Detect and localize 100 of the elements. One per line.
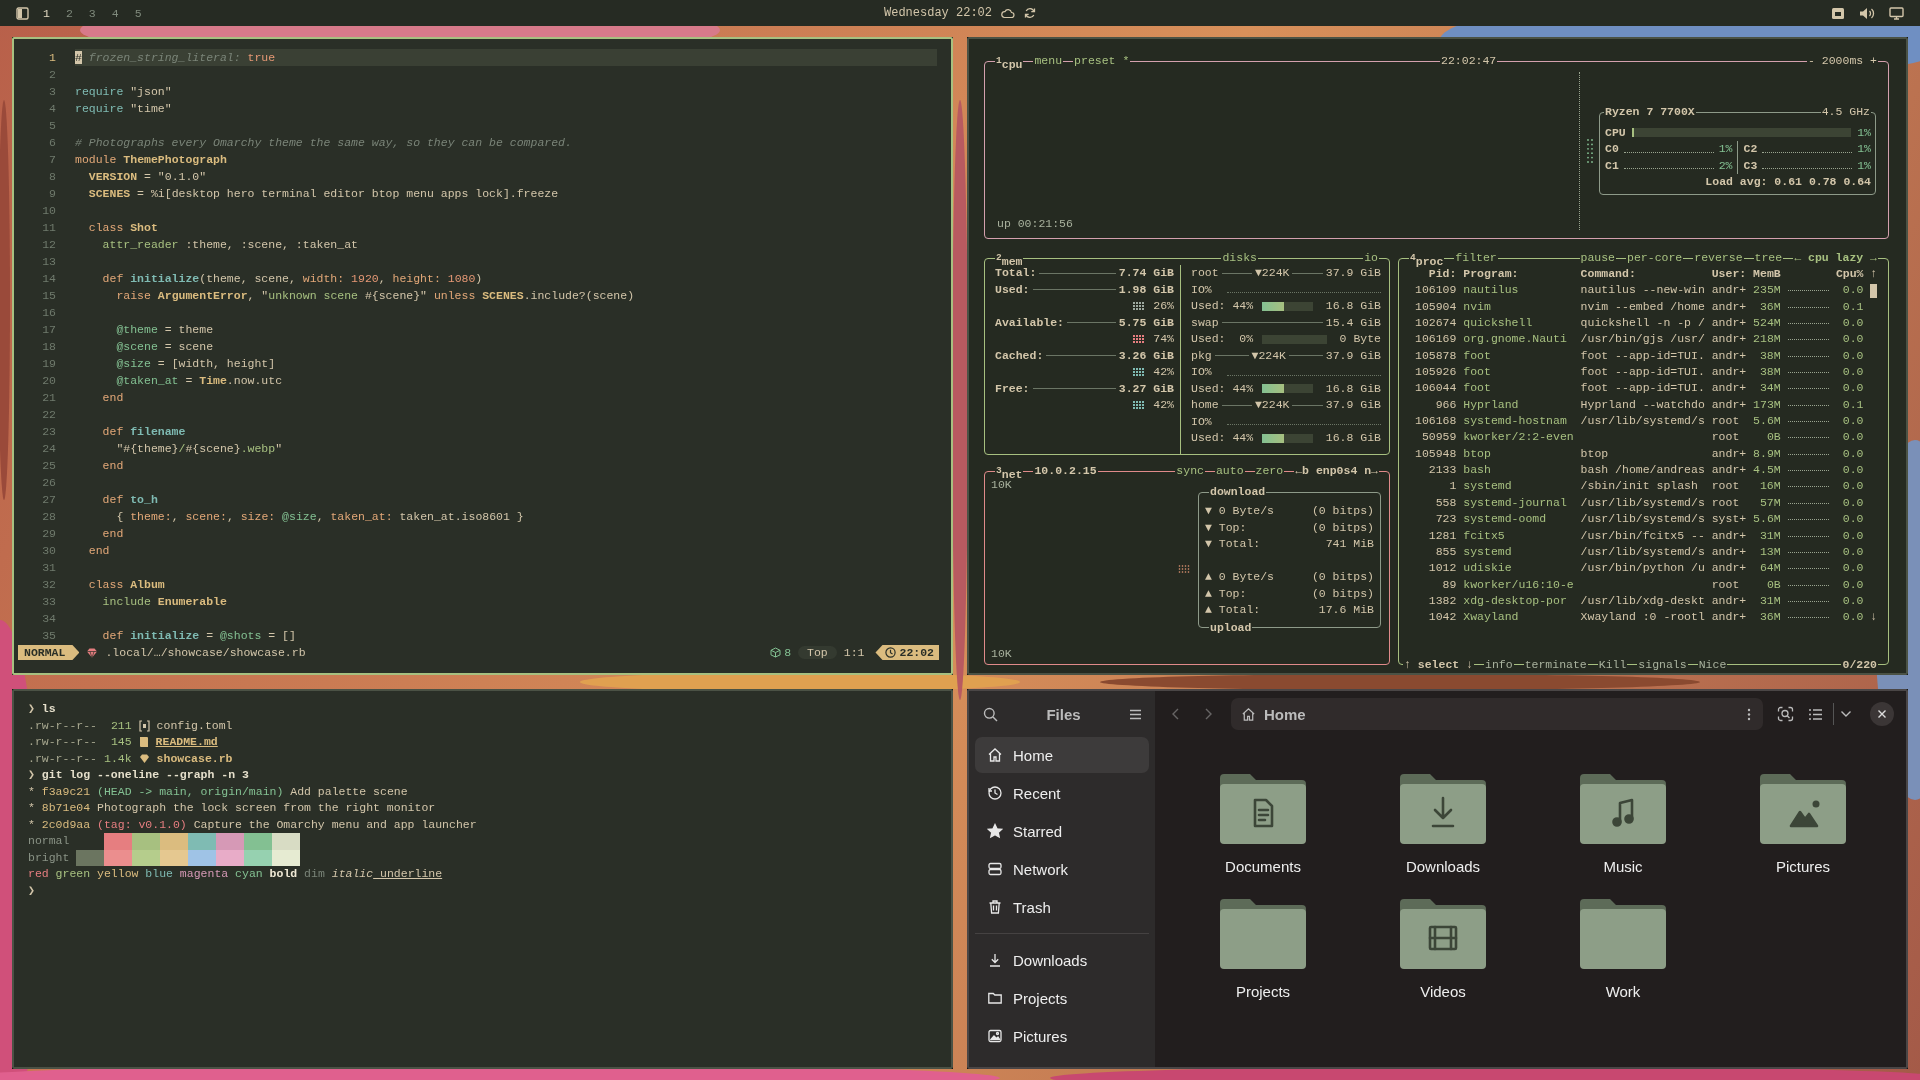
scroll-up-arrow[interactable]: ↑	[1870, 266, 1878, 283]
table-cell-text: 173M	[1753, 396, 1781, 413]
column-header[interactable]: User:	[1711, 266, 1747, 283]
column-header[interactable]: Cpu%	[1835, 266, 1864, 283]
sidebar-label: Home	[1013, 746, 1053, 764]
table-cell-text: 1012	[1427, 560, 1457, 577]
workspace-button[interactable]: 2	[63, 6, 75, 20]
sidebar-item[interactable]: Pictures	[975, 1018, 1149, 1054]
folder-item[interactable]: Work	[1533, 897, 1713, 1000]
disk-used-label: Used: 44%	[1191, 298, 1254, 314]
table-cell-text: 38M	[1758, 364, 1781, 381]
table-cell-text: org.gnome.Nauti	[1463, 331, 1568, 348]
folder-label: Documents	[1225, 858, 1301, 875]
folder-item[interactable]: Pictures	[1713, 772, 1893, 875]
disk-used-size: 16.8 GiB	[1325, 298, 1381, 314]
table-cell: andr+	[1711, 527, 1747, 544]
menu-option[interactable]: ← cpu lazy →	[1793, 250, 1878, 266]
column-header[interactable]: Command:	[1580, 266, 1705, 283]
workspace-button[interactable]: 5	[132, 6, 144, 20]
cpu-label: CPU	[1605, 124, 1626, 141]
network-icon[interactable]	[1831, 6, 1845, 20]
memory-value: 1.98 GiB	[1118, 281, 1174, 298]
workspace-icon[interactable]	[16, 6, 29, 20]
table-cell-text: Hyprland --watchdo	[1580, 396, 1705, 413]
sidebar-item[interactable]: Projects	[975, 980, 1149, 1016]
table-cell-text: 0.0	[1841, 592, 1864, 609]
table-cell-text: systemd-oomd	[1463, 511, 1548, 528]
scroll-down-arrow[interactable]: ↓	[1870, 609, 1878, 626]
sidebar-item[interactable]: Network	[975, 851, 1149, 887]
folder-item[interactable]: Videos	[1353, 897, 1533, 1000]
terminal-line: red green yellow blue magenta cyan bold dim italic underline	[28, 866, 444, 882]
column-header[interactable]: MemB	[1753, 266, 1781, 283]
menu-option[interactable]: preset *	[1073, 53, 1131, 69]
table-cell-text: 723	[1434, 511, 1457, 528]
line-number: 9	[48, 186, 56, 202]
refresh-icon[interactable]	[1024, 7, 1036, 19]
path-bar[interactable]: Home	[1231, 698, 1763, 730]
table-cell: 105926	[1415, 364, 1457, 381]
sidebar-item[interactable]: Trash	[975, 889, 1149, 925]
core-label: C1	[1605, 157, 1619, 174]
uptime: up 00:21:56	[997, 217, 1074, 230]
sidebar-item[interactable]: Recent	[975, 775, 1149, 811]
downloads-icon	[987, 952, 1003, 968]
chevron-down-icon[interactable]	[1840, 710, 1852, 718]
clock[interactable]: Wednesday 22:02	[884, 6, 992, 20]
code-line: VERSION = "0.1.0"	[87, 169, 208, 185]
workspace-button[interactable]: 1	[41, 6, 52, 20]
volume-icon[interactable]	[1859, 6, 1875, 20]
code-line: end	[87, 543, 111, 559]
table-cell-text: 1382	[1427, 592, 1457, 609]
table-cell-text: foot	[1463, 364, 1492, 381]
io-label: IO%	[1191, 413, 1212, 430]
column-header[interactable]: Program:	[1463, 266, 1574, 283]
sidebar-item[interactable]: Home	[975, 737, 1149, 773]
monitor-icon[interactable]	[1889, 6, 1904, 20]
disk-name: pkg	[1191, 347, 1212, 364]
table-cell-text: systemd	[1463, 478, 1513, 495]
code-line: include Enumerable	[101, 594, 228, 610]
close-button[interactable]	[1870, 702, 1894, 726]
code-line: "#{theme}/#{scene}.webp"	[115, 441, 284, 457]
table-cell-text: 0.0	[1841, 315, 1864, 332]
table-cell-text: 0.0	[1841, 462, 1864, 479]
table-cell-text: 966	[1434, 396, 1457, 413]
disk-name: swap	[1191, 314, 1219, 331]
code-line: # Photographs every Omarchy theme the same way, so they can be compared.	[75, 135, 573, 151]
disk-io-rate: ▼224K	[1254, 397, 1290, 413]
code-line: { theme:, scene:, size: @size, taken_at: taken_at.iso8601 }	[115, 509, 525, 525]
terminal-line: * f3a9c21 (HEAD -> main, origin/main) Add palette scene	[28, 783, 409, 800]
path-label[interactable]: Home	[1264, 705, 1306, 723]
cursor-position: 1:1	[843, 646, 865, 659]
shortcut-hint[interactable]: signals	[1637, 657, 1688, 673]
list-view-icon[interactable]	[1808, 707, 1823, 721]
search-view-icon[interactable]	[1777, 706, 1794, 722]
interface-selector[interactable]: ←b enp0s4 n→	[1294, 463, 1379, 479]
workspace-button[interactable]: 4	[109, 6, 121, 20]
table-cell-text: 0.0	[1841, 413, 1864, 430]
line-number: 5	[48, 118, 56, 134]
folder-item[interactable]: Downloads	[1353, 772, 1533, 875]
table-cell: 235M	[1753, 282, 1781, 299]
workspace-button[interactable]: 3	[86, 6, 98, 20]
sidebar-item[interactable]: Downloads	[975, 942, 1149, 978]
cloud-icon[interactable]	[1001, 7, 1015, 19]
scrollbar-thumb[interactable]	[1870, 283, 1878, 298]
table-cell-text: btop	[1463, 445, 1492, 462]
sidebar-item[interactable]: Starred	[975, 813, 1149, 849]
memory-label: Free:	[995, 380, 1030, 397]
more-icon[interactable]	[1747, 707, 1751, 721]
column-header[interactable]: Pid:	[1415, 266, 1457, 283]
folder-item[interactable]: Projects	[1173, 897, 1353, 1000]
sidebar-label: Network	[1013, 860, 1068, 878]
core-percent: 1%	[1857, 157, 1871, 174]
code-line: SCENES = %i[desktop hero terminal editor btop menu apps lock].freeze	[87, 186, 560, 202]
folder-item[interactable]: Music	[1533, 772, 1713, 875]
table-cell: /usr/bin/python /u	[1580, 560, 1705, 577]
menu-icon[interactable]	[1129, 708, 1142, 720]
cube-icon	[770, 647, 782, 658]
home-icon	[987, 747, 1003, 763]
search-icon[interactable]	[983, 706, 998, 722]
table-cell-text: 2133	[1427, 462, 1457, 479]
folder-item[interactable]: Documents	[1173, 772, 1353, 875]
